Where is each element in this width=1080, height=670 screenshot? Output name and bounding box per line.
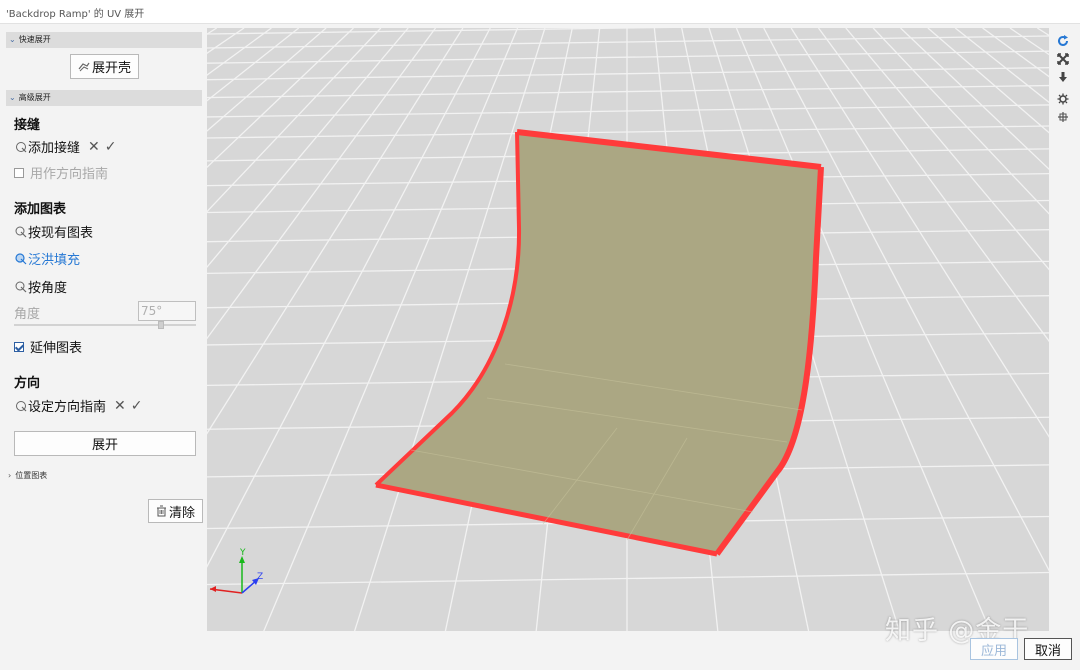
set-direction-guide-row[interactable]: 设定方向指南 ✕ ✓ [14,396,142,415]
z-axis-label: Z [257,572,263,582]
grid-line [982,28,1049,78]
quick-unwrap-header-label: 快速展开 [18,35,51,44]
by-existing-chart-label: 按现有图表 [28,226,94,241]
grid-line [207,28,272,76]
extend-chart-label: 延伸图表 [30,341,83,356]
grid-line [207,28,382,213]
grid-line [927,28,1049,134]
use-as-guide-row: 用作方向指南 [14,163,108,182]
grid-line [207,571,1049,586]
add-seam-row[interactable]: 添加接缝 ✕ ✓ [14,137,116,156]
grid-line [207,35,1049,49]
grid-line [1036,28,1049,37]
seams-title: 接缝 [14,118,41,133]
grid-line [207,28,674,35]
grid-line [845,28,1049,271]
use-as-guide-label: 用作方向指南 [30,167,109,182]
unwrap-shell-label: 展开壳 [91,61,131,76]
grid-line [207,28,437,340]
confirm-seam-button[interactable]: ✓ [105,139,117,155]
flood-fill-label: 泛洪填充 [28,253,81,268]
angle-slider-track[interactable] [14,324,196,326]
position-chart-header[interactable]: › 位置图表 [8,470,47,481]
apply-button[interactable]: 应用 [970,638,1018,660]
chevron-right-icon: › [8,471,12,480]
grid-line [207,50,1049,64]
grid-line [207,28,464,435]
flood-fill-option[interactable]: 泛洪填充 [14,249,80,268]
pick-cursor-icon [14,399,27,412]
viewport-toolbar [1052,30,1074,130]
download-arrow-icon[interactable] [1056,70,1070,84]
ramp-surface [376,132,821,554]
unwrap-shell-button[interactable]: 展开壳 [70,54,139,79]
uv-unwrap-window: 'Backdrop Ramp' 的 UV 展开 ⌄ 快速展开 展开壳 ⌄ 高级展开 … [0,0,1080,670]
cancel-button[interactable]: 取消 [1024,638,1072,660]
axis-gizmo: Y Z [209,548,263,594]
unwrap-options-panel: ⌄ 快速展开 展开壳 ⌄ 高级展开 接缝 添加接缝 ✕ ✓ 用作方向指南 添加图表 [0,28,206,670]
position-chart-label: 位置图表 [15,471,48,480]
angle-input[interactable]: 75° [138,301,196,321]
gear-icon[interactable] [1056,92,1070,106]
confirm-direction-button[interactable]: ✓ [131,398,143,414]
pick-cursor-icon [14,280,27,293]
pick-cursor-icon [14,225,27,238]
grid-line [207,125,1049,139]
grid-line [817,28,1049,343]
move-icon[interactable] [1056,110,1070,124]
trash-icon [156,505,167,517]
grid-line [207,28,491,568]
grid-line [207,84,1049,99]
advanced-unwrap-header-label: 高级展开 [18,93,51,102]
refresh-icon[interactable] [1056,34,1070,48]
advanced-unwrap-header[interactable]: ⌄ 高级展开 [6,90,202,106]
x-axis-arrow [210,586,216,592]
viewport-canvas: Y Z [207,28,1049,631]
grid-line [954,28,1049,104]
angle-slider-thumb[interactable] [158,321,164,329]
grid-line [872,28,1049,215]
title-bar: 'Backdrop Ramp' 的 UV 展开 [0,0,1080,24]
angle-label-row: 角度 [14,303,40,322]
grid-line [263,28,519,631]
by-angle-label: 按角度 [28,281,68,296]
grid-line [790,28,1049,438]
window-title: 'Backdrop Ramp' 的 UV 展开 [6,9,145,20]
by-angle-option[interactable]: 按角度 [14,277,67,296]
backdrop-ramp-mesh[interactable] [374,129,824,557]
extend-chart-row[interactable]: 延伸图表 [14,337,82,356]
grid-line [207,28,218,35]
grid-line [1009,28,1049,56]
3d-viewport[interactable]: Y Z [207,28,1049,631]
grid-line [207,28,327,132]
cancel-direction-button[interactable]: ✕ [114,398,126,414]
set-direction-guide-label: 设定方向指南 [28,400,107,415]
chevron-down-icon: ⌄ [9,93,16,102]
use-as-guide-checkbox [14,167,24,178]
direction-title: 方向 [14,376,41,391]
cancel-seam-button[interactable]: ✕ [88,139,100,155]
shell-unwrap-icon [78,61,90,73]
grid-line [207,28,245,54]
unwrap-button[interactable]: 展开 [14,431,196,456]
clear-button[interactable]: 清除 [148,499,203,523]
y-axis-label: Y [239,548,246,558]
pick-cursor-icon [14,140,27,153]
pick-cursor-icon [14,252,27,265]
angle-label: 角度 [14,307,41,322]
chevron-down-icon: ⌄ [9,35,16,44]
grid-line [207,67,1049,81]
add-chart-title: 添加图表 [14,202,67,217]
expand-arrows-icon[interactable] [1056,52,1070,66]
grid-line [207,104,1049,118]
by-existing-chart-option[interactable]: 按现有图表 [14,222,93,241]
extend-chart-checkbox[interactable] [14,341,24,352]
grid-line [207,28,409,269]
quick-unwrap-header[interactable]: ⌄ 快速展开 [6,32,202,48]
clear-label: 清除 [168,505,195,521]
add-seam-label: 添加接缝 [28,141,81,156]
